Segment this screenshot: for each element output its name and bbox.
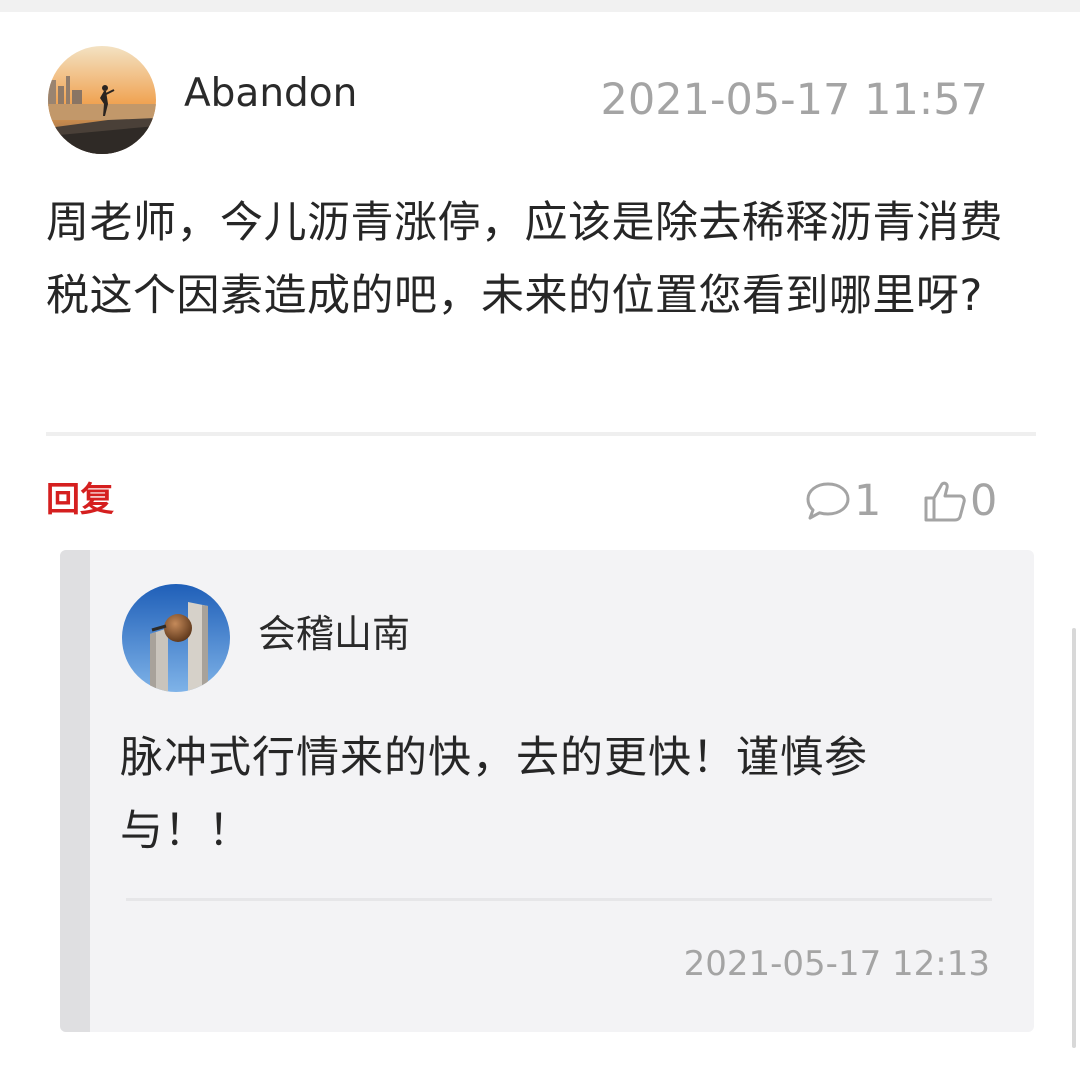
reply-user-avatar[interactable] — [122, 584, 230, 692]
top-edge — [0, 0, 1080, 12]
like-count: 0 — [970, 476, 998, 526]
avatar-monument-image — [122, 584, 230, 692]
scrollbar[interactable] — [1072, 628, 1076, 1048]
reply-quote-bar — [60, 550, 90, 1032]
speech-bubble-icon — [804, 479, 854, 523]
comment-divider — [46, 432, 1036, 436]
comment-text: 周老师，今儿沥青涨停，应该是除去稀释沥青消费税这个因素造成的吧，未来的位置您看到… — [46, 198, 1003, 321]
like-button[interactable]: 0 — [922, 474, 997, 528]
reply-timestamp: 2021-05-17 12:13 — [683, 944, 990, 984]
user-avatar[interactable] — [48, 46, 156, 154]
comment-count-button[interactable]: 1 — [804, 474, 881, 528]
comment-username[interactable]: Abandon — [184, 70, 357, 118]
reply-button[interactable]: 回复 — [46, 478, 114, 522]
reply-username[interactable]: 会稽山南 — [258, 610, 410, 658]
reply-block: 会稽山南 脉冲式行情来的快，去的更快！谨慎参与！！ 2021-05-17 12:… — [60, 550, 1034, 1032]
thumbs-up-icon — [922, 478, 970, 524]
avatar-sunset-image — [48, 46, 156, 154]
reply-text: 脉冲式行情来的快，去的更快！谨慎参与！！ — [120, 733, 868, 856]
comment-count: 1 — [854, 476, 882, 526]
reply-divider — [126, 898, 992, 901]
comment-timestamp: 2021-05-17 11:57 — [600, 75, 988, 125]
